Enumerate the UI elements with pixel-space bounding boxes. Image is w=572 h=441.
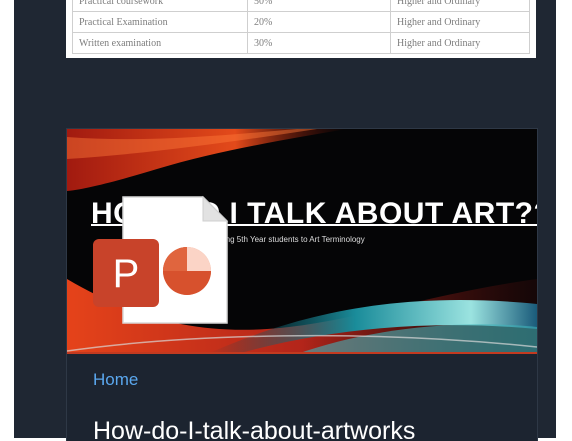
assessment-table-card: Practical coursework 50% Higher and Ordina… — [66, 0, 536, 58]
card-title[interactable]: How-do-I-talk-about-artworks — [93, 417, 415, 441]
powerpoint-file-icon: P — [93, 195, 229, 324]
presentation-card[interactable]: HOW DO I TALK ABOUT ART?? Introducing 5t… — [66, 128, 538, 441]
powerpoint-p-glyph: P — [113, 252, 140, 296]
table-cell-levels: Higher and Ordinary — [390, 32, 530, 54]
table-row: Practical coursework 50% Higher and Ordina… — [72, 0, 530, 12]
table-cell-levels: Higher and Ordinary — [390, 0, 530, 12]
assessment-table: Practical coursework 50% Higher and Ordina… — [72, 0, 530, 54]
table-cell-component: Practical Examination — [72, 11, 248, 33]
table-row: Practical Examination 20% Higher and Ordin… — [72, 11, 530, 33]
table-cell-weighting: 20% — [247, 11, 391, 33]
table-cell-component: Written examination — [72, 32, 248, 54]
home-link[interactable]: Home — [93, 370, 138, 390]
table-cell-component: Practical coursework — [72, 0, 248, 12]
table-cell-weighting: 30% — [247, 32, 391, 54]
table-cell-levels: Higher and Ordinary — [390, 11, 530, 33]
table-row: Written examination 30% Higher and Ordinar… — [72, 32, 530, 54]
slide-thumbnail[interactable]: HOW DO I TALK ABOUT ART?? Introducing 5t… — [67, 129, 537, 354]
table-cell-weighting: 50% — [247, 0, 391, 12]
